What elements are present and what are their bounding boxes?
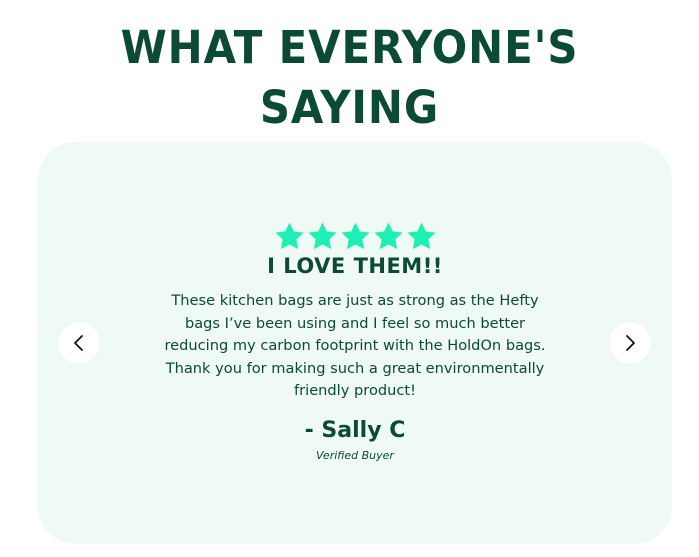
chevron-left-icon bbox=[74, 335, 83, 351]
next-review-button[interactable] bbox=[609, 322, 651, 364]
verified-buyer-badge: Verified Buyer bbox=[316, 449, 394, 462]
review-text: These kitchen bags are just as strong as… bbox=[164, 292, 546, 399]
reviewer-name: - Sally C bbox=[304, 418, 406, 443]
previous-review-button[interactable] bbox=[58, 322, 100, 364]
star-icon bbox=[306, 220, 339, 253]
star-icon bbox=[405, 220, 438, 253]
star-icon bbox=[372, 220, 405, 253]
chevron-right-icon bbox=[626, 335, 635, 351]
testimonial-card: I LOVE THEM!! These kitchen bags are jus… bbox=[38, 142, 672, 544]
star-icon bbox=[273, 220, 306, 253]
star-rating bbox=[38, 220, 672, 254]
star-icon bbox=[339, 220, 372, 253]
review-title: I LOVE THEM!! bbox=[267, 254, 443, 278]
section-heading: WHAT EVERYONE'S SAYING bbox=[120, 21, 579, 134]
